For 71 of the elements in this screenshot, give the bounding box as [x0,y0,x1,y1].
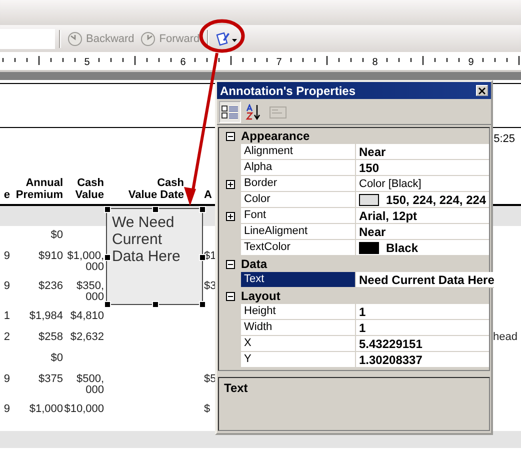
category-label: Layout [241,289,280,303]
report-time: 5:25 [494,133,515,145]
table-cell: 9 [4,280,10,292]
resize-handle[interactable] [104,206,111,213]
resize-handle[interactable] [152,206,158,213]
table-cell: $375 [38,373,63,385]
table-cell: $500, 000 [76,373,104,396]
column-header: Cash Value [75,177,104,201]
ruler-label: 5 [84,57,90,68]
table-cell: $0 [50,229,63,241]
table-cell: $350, 000 [76,280,104,303]
table-cell: 9 [4,250,10,262]
resize-handle[interactable] [104,254,111,260]
text-field[interactable] [0,28,55,48]
table-cell: $10,000 [64,403,104,415]
close-button[interactable] [476,85,488,96]
table-cell: head [493,331,518,343]
category-label: Appearance [241,129,310,143]
property-name[interactable]: Height [241,304,356,320]
table-cell: 9 [4,403,10,415]
description-title: Text [224,381,248,395]
property-value[interactable]: 150 [359,160,380,174]
property-name[interactable]: Border [241,176,356,192]
ruler-label: 6 [180,57,186,68]
history-icon [140,30,156,46]
property-name[interactable]: Y [241,352,356,368]
property-value[interactable]: Near [359,224,386,238]
column-header: e [4,189,10,201]
property-name[interactable]: Width [241,320,356,336]
property-value[interactable]: 1 [359,304,366,318]
property-name[interactable]: Font [241,208,356,224]
property-name[interactable]: TextColor [241,240,356,256]
resize-handle[interactable] [199,206,206,213]
table-cell: 2 [4,331,10,343]
column-header: Cash Value Date [128,177,184,201]
property-name[interactable]: X [241,336,356,352]
property-name[interactable]: Alignment [241,144,356,160]
table-cell: $1,000, 000 [67,250,104,273]
table-cell: $ [204,403,210,415]
table-cell: 9 [4,373,10,385]
highlight-ellipse [199,19,245,53]
table-cell: $1,000 [29,403,63,415]
ruler-label: 9 [468,57,474,68]
table-cell: 1 [4,310,10,322]
table-cell: $258 [38,331,63,343]
property-name[interactable]: Color [241,192,356,208]
property-name[interactable]: Text [241,272,356,288]
column-header: A [204,189,212,201]
table-cell: $2,632 [70,331,104,343]
annotation-box[interactable]: We Need Current Data Here [106,208,203,305]
property-value[interactable]: 1 [359,320,366,334]
window-title: Annotation's Properties [220,84,356,98]
table-cell: $0 [50,352,63,364]
resize-handle[interactable] [199,301,206,308]
ruler-label: 7 [276,57,282,68]
resize-handle[interactable] [152,301,158,308]
table-cell: $1,984 [29,310,63,322]
property-name[interactable]: Alpha [241,160,356,176]
column-header: Annual Premium [16,177,63,201]
table-cell: $4,810 [70,310,104,322]
property-value[interactable]: Near [359,144,386,158]
property-name[interactable]: LineAligment [241,224,356,240]
categorized-button[interactable] [219,100,241,122]
category-label: Data [241,257,268,271]
history-icon [67,30,83,46]
resize-handle[interactable] [199,254,206,260]
resize-handle[interactable] [104,301,111,308]
table-cell: $910 [38,250,63,262]
ruler-label: 8 [372,57,378,68]
annotation-text: We Need Current Data Here [112,214,182,265]
table-cell: $236 [38,280,63,292]
